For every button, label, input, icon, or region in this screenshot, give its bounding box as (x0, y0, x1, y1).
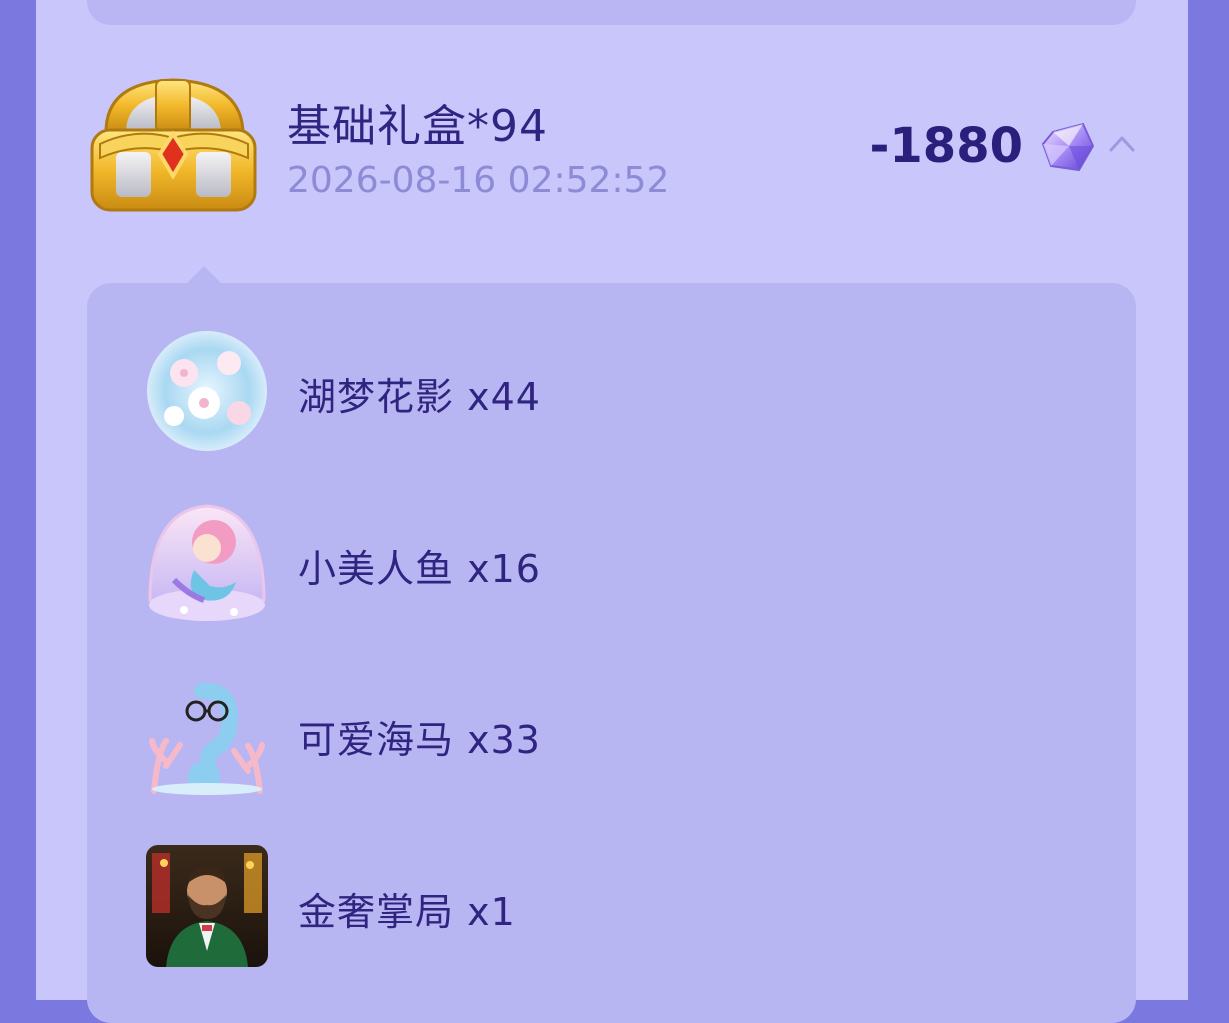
gift-list-item: 可爱海马 x33 (87, 661, 1136, 801)
record-amount: -1880 (869, 118, 1023, 174)
mermaid-icon (148, 504, 266, 621)
previous-record-card (87, 0, 1136, 25)
gift-label: 小美人鱼 x16 (298, 547, 541, 591)
gift-list-item: 金奢掌局 x1 (87, 833, 1136, 973)
flower-bubble-icon (147, 331, 267, 451)
chevron-up-icon[interactable] (1107, 132, 1137, 154)
record-title: 基础礼盒*94 (287, 101, 548, 152)
record-header[interactable]: 基础礼盒*94 2026-08-16 02:52:52 -1880 (36, 60, 1188, 230)
gift-label: 金奢掌局 x1 (298, 890, 516, 934)
gift-list-item: 小美人鱼 x16 (87, 490, 1136, 630)
detail-pointer-arrow (186, 266, 222, 284)
gift-label: 可爱海马 x33 (298, 718, 541, 762)
gift-list-item: 湖梦花影 x44 (87, 318, 1136, 458)
crystal-gem-icon (1041, 122, 1095, 172)
gentleman-portrait-icon (146, 845, 268, 967)
treasure-chest-icon (90, 78, 257, 212)
seahorse-icon (149, 682, 265, 795)
gift-label: 湖梦花影 x44 (298, 375, 541, 419)
records-panel: 基础礼盒*94 2026-08-16 02:52:52 -1880 湖梦花影 x… (36, 0, 1188, 1023)
gift-detail-list: 湖梦花影 x44 小美人鱼 x16 可爱海马 x33 金奢掌局 x1 (87, 283, 1136, 1023)
record-timestamp: 2026-08-16 02:52:52 (287, 160, 670, 201)
